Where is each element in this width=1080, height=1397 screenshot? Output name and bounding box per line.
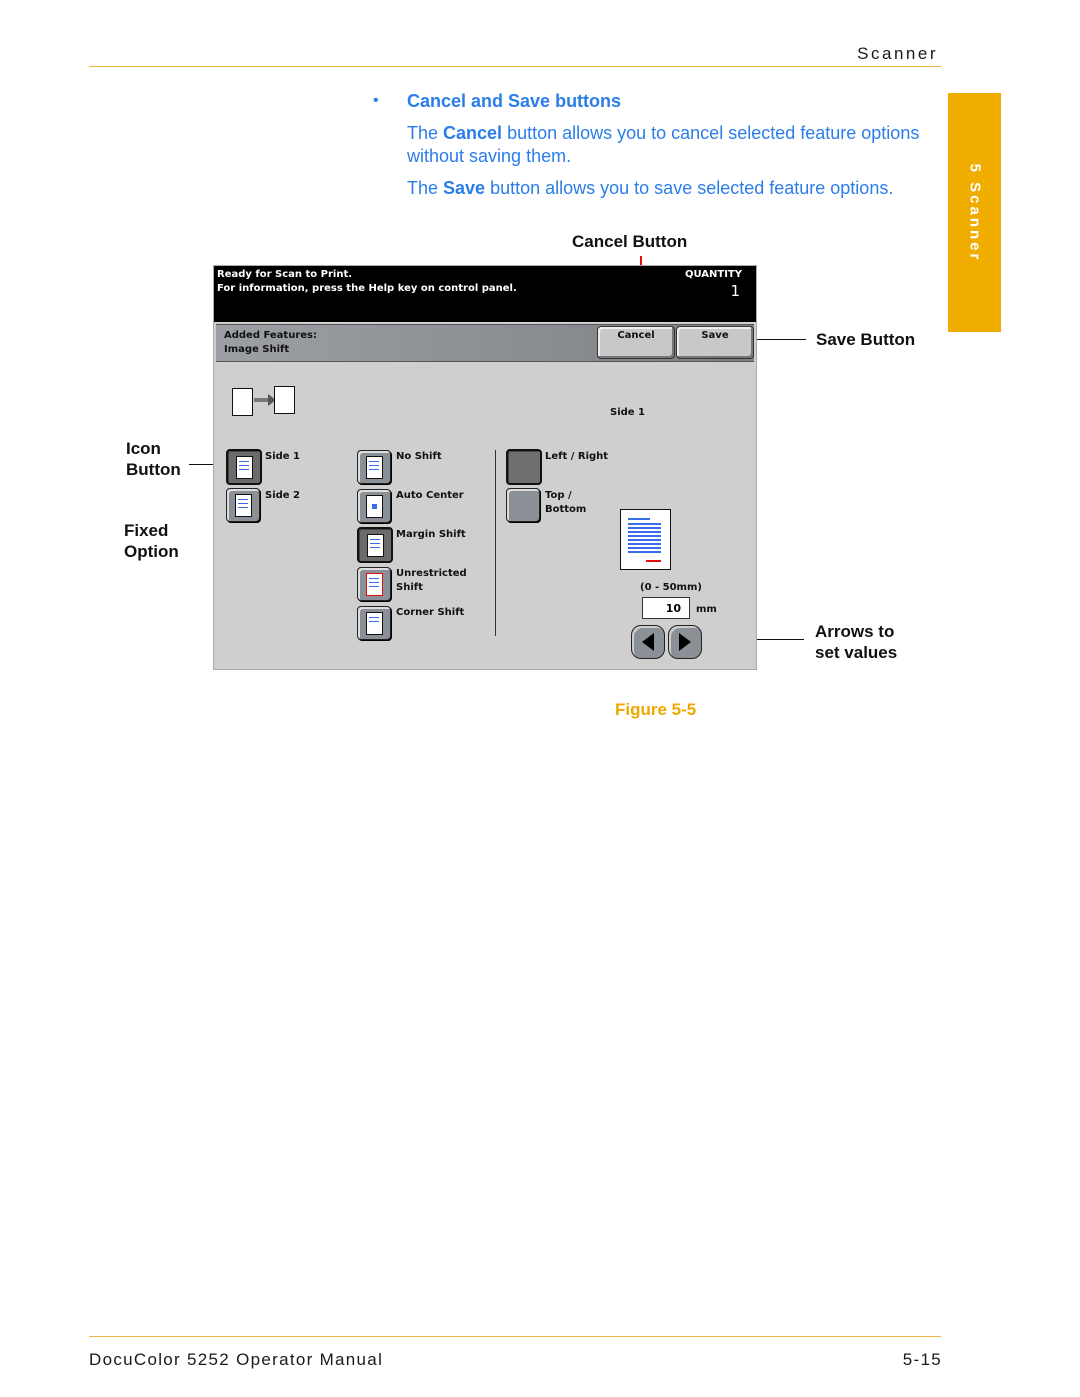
- auto-center-button[interactable]: [357, 489, 391, 523]
- side-2-label: Side 2: [265, 490, 301, 501]
- left-right-label: Left / Right: [545, 451, 609, 462]
- save-paragraph: The Save button allows you to save selec…: [407, 178, 894, 198]
- corner-shift-button[interactable]: [357, 606, 391, 640]
- shift-value-field[interactable]: 10: [642, 597, 690, 619]
- quantity-value: 1: [730, 282, 740, 300]
- save-leader-line: [754, 339, 806, 340]
- corner-shift-icon: [366, 612, 383, 635]
- touch-screen-ui: Ready for Scan to Print. For information…: [213, 265, 757, 670]
- page-icon: [366, 456, 383, 479]
- page-preview: [620, 509, 671, 570]
- increase-arrow-button[interactable]: [668, 625, 702, 659]
- side-1-button[interactable]: [226, 449, 262, 485]
- features-bar: Added Features: Image Shift Cancel Save: [216, 324, 754, 362]
- section-title: Cancel and Save buttons: [407, 91, 622, 111]
- save-button[interactable]: Save: [676, 326, 754, 359]
- corner-shift-label: Corner Shift: [396, 607, 465, 618]
- chapter-tab: 5 Scanner: [948, 93, 1001, 332]
- running-header: Scanner: [857, 44, 938, 63]
- top-bottom-button[interactable]: [506, 488, 540, 522]
- features-label: Added Features:: [224, 330, 317, 341]
- help-message: For information, press the Help key on c…: [217, 283, 517, 294]
- range-label: (0 - 50mm): [640, 582, 702, 593]
- side-2-button[interactable]: [226, 488, 260, 522]
- margin-shift-label: Margin Shift: [396, 529, 466, 540]
- auto-center-label: Auto Center: [396, 490, 464, 501]
- callout-save-button: Save Button: [816, 330, 916, 349]
- header-rule: [89, 66, 941, 67]
- message-bar: Ready for Scan to Print. For information…: [214, 266, 756, 322]
- top-bottom-label: Top / Bottom: [545, 490, 587, 515]
- features-value: Image Shift: [224, 344, 290, 355]
- unrestricted-shift-icon: [366, 573, 383, 596]
- cancel-paragraph: The Cancel button allows you to cancel s…: [407, 123, 920, 166]
- callout-fixed-option: Fixed Option: [124, 521, 179, 561]
- no-shift-button[interactable]: [357, 450, 391, 484]
- footer-manual-title: DocuColor 5252 Operator Manual: [89, 1350, 384, 1369]
- image-shift-icon: [232, 386, 295, 416]
- footer-rule: [89, 1336, 941, 1337]
- callout-arrows: Arrows to set values: [815, 622, 898, 662]
- duplex-page-icon: [235, 494, 252, 517]
- left-right-button[interactable]: [506, 449, 542, 485]
- cancel-button[interactable]: Cancel: [597, 326, 675, 359]
- figure-caption: Figure 5-5: [615, 700, 697, 719]
- side-1-label: Side 1: [265, 451, 301, 462]
- unrestricted-shift-label: Unrestricted Shift: [396, 568, 467, 593]
- margin-shift-button[interactable]: [357, 527, 393, 563]
- chapter-tab-label: 5 Scanner: [966, 163, 983, 262]
- unit-label: mm: [696, 604, 717, 615]
- divider: [495, 450, 496, 636]
- auto-center-icon: [366, 495, 383, 518]
- unrestricted-shift-button[interactable]: [357, 567, 391, 601]
- callout-cancel-button: Cancel Button: [572, 232, 688, 251]
- margin-shift-icon: [367, 534, 384, 557]
- page-icon: [236, 456, 253, 479]
- status-message: Ready for Scan to Print.: [217, 269, 353, 280]
- page-number: 5-15: [902, 1350, 942, 1369]
- arrow-right-icon: [679, 633, 691, 651]
- callout-icon-button: Icon Button: [126, 439, 181, 479]
- no-shift-label: No Shift: [396, 451, 442, 462]
- quantity-label: QUANTITY: [684, 269, 742, 280]
- decrease-arrow-button[interactable]: [631, 625, 665, 659]
- arrow-left-icon: [642, 633, 654, 651]
- side-heading: Side 1: [610, 407, 646, 418]
- bullet: •: [373, 92, 379, 109]
